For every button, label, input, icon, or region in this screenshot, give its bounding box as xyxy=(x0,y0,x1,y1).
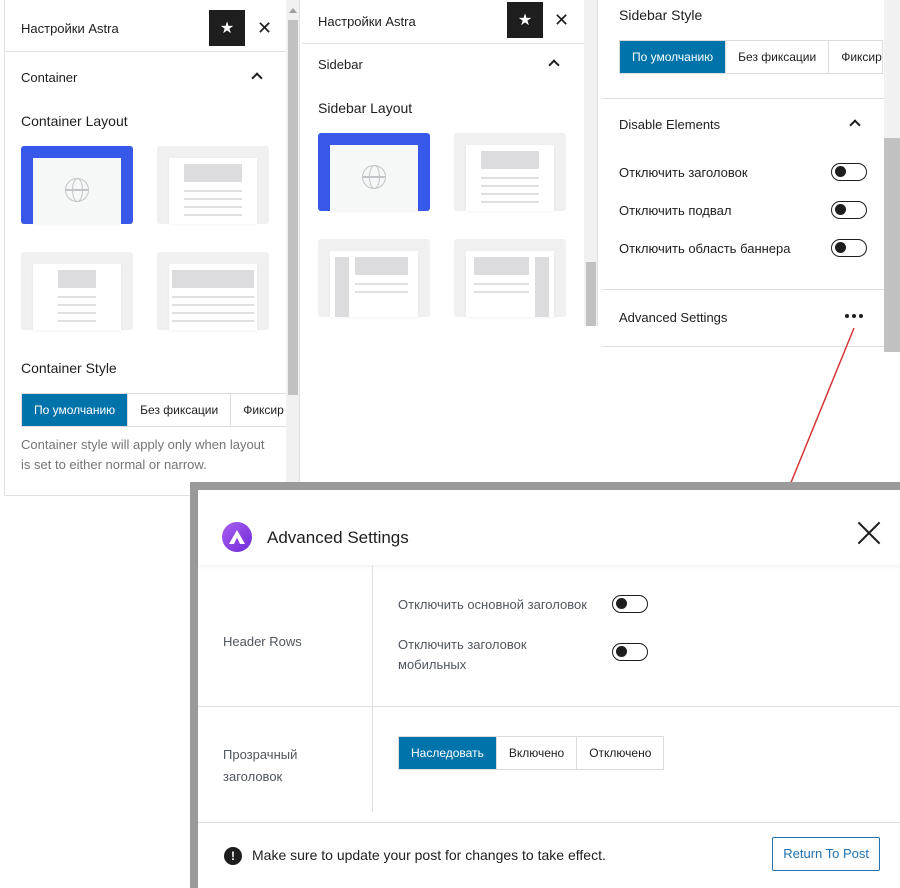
style-option-boxed[interactable]: Фиксир xyxy=(829,41,882,73)
astra-settings-panel-container: Настройки Astra ★ ✕ Container Container … xyxy=(4,0,300,496)
section-title: Container xyxy=(21,70,78,85)
style-option-unboxed[interactable]: Без фиксации xyxy=(128,394,232,426)
section-sidebar-toggle[interactable]: Sidebar xyxy=(318,57,363,72)
astra-settings-panel-elements: Sidebar Style По умолчанию Без фиксации … xyxy=(602,0,900,352)
sidebar-option-right[interactable] xyxy=(454,239,566,317)
sidebar-option-no-sidebar[interactable] xyxy=(454,133,566,211)
sidebar-option-default[interactable] xyxy=(318,133,430,211)
transparent-option-inherit[interactable]: Наследовать xyxy=(399,737,497,769)
container-style-help-line2: is set to either normal or narrow. xyxy=(21,457,207,472)
close-button[interactable]: ✕ xyxy=(554,11,569,29)
sidebar-option-left[interactable] xyxy=(318,239,430,317)
section-disable-elements-toggle[interactable]: Disable Elements xyxy=(619,117,720,132)
panel-scrollbar-thumb[interactable] xyxy=(586,262,596,326)
chevron-up-icon[interactable] xyxy=(849,119,861,131)
option-label-main-header: Отключить основной заголовок xyxy=(398,597,587,612)
close-icon[interactable] xyxy=(856,520,882,546)
chevron-up-icon[interactable] xyxy=(548,59,560,71)
toggle-disable-footer[interactable] xyxy=(831,201,867,219)
toggle-label-disable-banner: Отключить область баннера xyxy=(619,241,791,256)
scroll-up-arrow[interactable] xyxy=(289,8,297,13)
footer-notice: Make sure to update your post for change… xyxy=(252,847,606,863)
advanced-settings-modal: Advanced Settings Header Rows Отключить … xyxy=(190,482,900,888)
style-option-unboxed[interactable]: Без фиксации xyxy=(726,41,830,73)
layout-option-default[interactable] xyxy=(21,146,133,224)
star-icon: ★ xyxy=(517,12,533,29)
star-button[interactable]: ★ xyxy=(209,10,245,46)
modal-footer: ! Make sure to update your post for chan… xyxy=(198,822,900,888)
globe-icon xyxy=(65,178,89,202)
warning-icon: ! xyxy=(224,847,242,865)
container-style-selector: По умолчанию Без фиксации Фиксир xyxy=(21,393,287,427)
style-option-default[interactable]: По умолчанию xyxy=(22,394,129,426)
section-title: Disable Elements xyxy=(619,117,721,132)
header-rows-label: Header Rows xyxy=(223,634,302,649)
divider xyxy=(602,289,884,290)
panel-scrollbar-thumb[interactable] xyxy=(884,138,900,352)
panel-header: Настройки Astra ★ ✕ xyxy=(302,0,597,44)
close-button[interactable]: ✕ xyxy=(257,19,272,37)
toggle-disable-title[interactable] xyxy=(831,163,867,181)
chevron-up-icon[interactable] xyxy=(251,72,263,84)
container-layout-label: Container Layout xyxy=(21,113,128,129)
divider xyxy=(602,346,884,347)
divider xyxy=(602,98,884,99)
section-title: Sidebar xyxy=(318,57,363,72)
toggle-disable-banner[interactable] xyxy=(831,239,867,257)
star-icon: ★ xyxy=(219,20,235,37)
container-style-help-line1: Container style will apply only when lay… xyxy=(21,437,265,452)
more-dots-icon[interactable] xyxy=(845,314,863,318)
toggle-label-disable-title: Отключить заголовок xyxy=(619,165,748,180)
astra-logo xyxy=(222,522,252,552)
container-style-label: Container Style xyxy=(21,360,117,376)
layout-option-narrow[interactable] xyxy=(21,252,133,330)
toggle-main-header[interactable] xyxy=(612,595,648,613)
section-container-toggle[interactable]: Container xyxy=(21,70,77,85)
option-label-mobile-header-line1: Отключить заголовок xyxy=(398,637,527,652)
panel-title: Настройки Astra xyxy=(21,21,119,36)
globe-icon xyxy=(362,165,386,189)
layout-option-boxed[interactable] xyxy=(157,146,269,224)
panel-title: Настройки Astra xyxy=(318,14,416,29)
row-divider xyxy=(198,706,900,707)
transparent-option-disabled[interactable]: Отключено xyxy=(577,737,663,769)
layout-option-full-width[interactable] xyxy=(157,252,269,330)
panel-scrollbar-thumb[interactable] xyxy=(288,20,298,395)
toggle-label-disable-footer: Отключить подвал xyxy=(619,203,732,218)
transparent-option-enabled[interactable]: Включено xyxy=(497,737,578,769)
column-divider xyxy=(372,565,373,812)
panel-header: Настройки Astra ★ ✕ xyxy=(5,0,299,52)
advanced-settings-label: Advanced Settings xyxy=(619,310,728,325)
sidebar-layout-label: Sidebar Layout xyxy=(318,100,413,116)
modal-header: Advanced Settings xyxy=(198,490,900,565)
return-to-post-button[interactable]: Return To Post xyxy=(772,837,880,871)
toggle-mobile-header[interactable] xyxy=(612,643,648,661)
modal-title: Advanced Settings xyxy=(267,528,409,547)
transparent-header-label-line1: Прозрачный xyxy=(223,747,298,762)
transparent-header-selector: Наследовать Включено Отключено xyxy=(398,736,665,770)
sidebar-style-label: Sidebar Style xyxy=(619,7,703,23)
sidebar-style-selector: По умолчанию Без фиксации Фиксир xyxy=(619,40,883,74)
option-label-mobile-header-line2: мобильных xyxy=(398,657,467,672)
style-option-boxed[interactable]: Фиксир xyxy=(231,394,286,426)
transparent-header-label-line2: заголовок xyxy=(223,769,283,784)
style-option-default[interactable]: По умолчанию xyxy=(620,41,727,73)
star-button[interactable]: ★ xyxy=(507,2,543,38)
astra-settings-panel-sidebar: Настройки Astra ★ ✕ Sidebar Sidebar Layo… xyxy=(302,0,598,326)
